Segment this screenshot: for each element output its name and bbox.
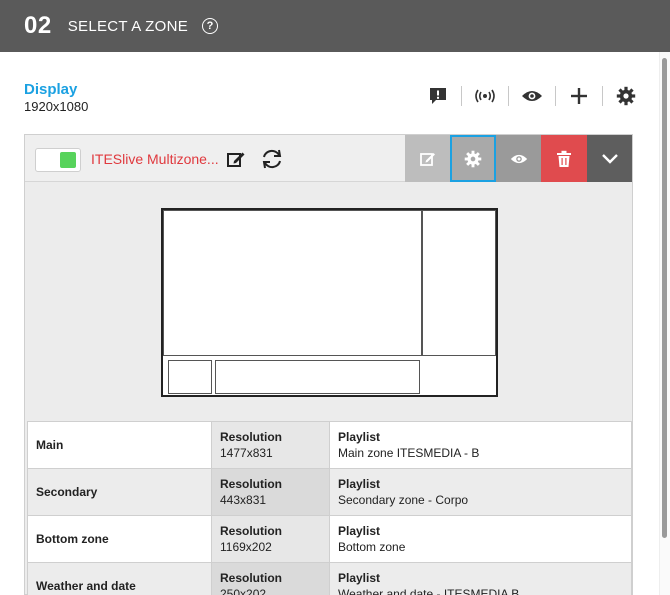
resolution-cell: Resolution 1169x202 <box>211 515 330 563</box>
page-title: SELECT A ZONE <box>67 17 189 35</box>
layout-preview <box>161 208 498 397</box>
zone-bottom-preview[interactable] <box>215 360 420 394</box>
toolbar-divider <box>508 86 509 106</box>
resolution-cell: Resolution 1477x831 <box>211 421 330 469</box>
playlist-label: Playlist <box>338 524 381 538</box>
display-label: Display <box>24 81 78 98</box>
zone-layout-name[interactable]: ITESlive Multizone... <box>91 151 219 167</box>
table-row[interactable]: Weather and date Resolution 250x202 Play… <box>27 562 632 595</box>
edit-name-icon[interactable] <box>225 148 247 170</box>
resolution-value: 250x202 <box>220 587 267 595</box>
plus-icon[interactable] <box>565 84 593 108</box>
resolution-cell: Resolution 443x831 <box>211 468 330 516</box>
playlist-cell: Playlist Bottom zone <box>329 515 632 563</box>
playlist-label: Playlist <box>338 571 381 585</box>
zone-weather-preview[interactable] <box>168 360 212 394</box>
playlist-value: Main zone ITESMEDIA - B <box>338 446 480 460</box>
table-row[interactable]: Secondary Resolution 443x831 Playlist Se… <box>27 468 632 516</box>
delete-zone-button[interactable] <box>541 135 587 182</box>
chevron-down-icon <box>601 153 618 164</box>
scrollbar-thumb[interactable] <box>662 58 667 538</box>
playlist-cell: Playlist Weather and date - ITESMEDIA B <box>329 562 632 595</box>
toolbar-divider <box>602 86 603 106</box>
zone-enabled-toggle[interactable] <box>35 148 81 172</box>
display-resolution: 1920x1080 <box>24 99 89 114</box>
resolution-value: 1169x202 <box>220 540 272 554</box>
resolution-label: Resolution <box>220 477 282 491</box>
playlist-value: Bottom zone <box>338 540 406 554</box>
toolbar-divider <box>461 86 462 106</box>
preview-zone-button[interactable] <box>496 135 541 182</box>
eye-icon[interactable] <box>518 84 546 108</box>
resolution-value: 1477x831 <box>220 446 273 460</box>
zone-card-header: ITESlive Multizone... <box>25 135 632 182</box>
playlist-value: Weather and date - ITESMEDIA B <box>338 587 520 595</box>
zone-name-cell: Secondary <box>27 468 212 516</box>
edit-icon <box>419 152 435 166</box>
display-toolbar <box>424 84 640 108</box>
table-row[interactable]: Bottom zone Resolution 1169x202 Playlist… <box>27 515 632 563</box>
zone-secondary-preview[interactable] <box>422 210 496 356</box>
zone-settings-button[interactable] <box>450 135 496 182</box>
playlist-cell: Playlist Secondary zone - Corpo <box>329 468 632 516</box>
zones-table: Main Resolution 1477x831 Playlist Main z… <box>27 421 632 595</box>
expand-button[interactable] <box>587 135 632 182</box>
refresh-icon[interactable] <box>259 147 285 171</box>
zone-name-cell: Weather and date <box>27 562 212 595</box>
resolution-label: Resolution <box>220 524 282 538</box>
resolution-label: Resolution <box>220 430 282 444</box>
playlist-value: Secondary zone - Corpo <box>338 493 469 507</box>
toggle-knob <box>60 152 76 168</box>
broadcast-icon[interactable] <box>471 84 499 108</box>
gear-icon <box>464 150 482 167</box>
playlist-label: Playlist <box>338 477 381 491</box>
edit-zone-button[interactable] <box>405 135 450 182</box>
trash-icon <box>557 150 571 167</box>
resolution-cell: Resolution 250x202 <box>211 562 330 595</box>
zone-main-preview[interactable] <box>163 210 422 356</box>
eye-icon <box>510 154 527 163</box>
alert-icon[interactable] <box>424 84 452 108</box>
page-header: 02 SELECT A ZONE ? <box>0 0 670 52</box>
zone-card: ITESlive Multizone... Main Resolution 14… <box>24 134 633 595</box>
zone-name-cell: Main <box>27 421 212 469</box>
playlist-label: Playlist <box>338 430 381 444</box>
playlist-cell: Playlist Main zone ITESMEDIA - B <box>329 421 632 469</box>
step-number: 02 <box>24 12 52 39</box>
gear-icon[interactable] <box>612 84 640 108</box>
help-icon[interactable]: ? <box>202 18 219 34</box>
resolution-value: 443x831 <box>220 493 267 507</box>
zone-name-cell: Bottom zone <box>27 515 212 563</box>
resolution-label: Resolution <box>220 571 282 585</box>
table-row[interactable]: Main Resolution 1477x831 Playlist Main z… <box>27 421 632 469</box>
toolbar-divider <box>555 86 556 106</box>
